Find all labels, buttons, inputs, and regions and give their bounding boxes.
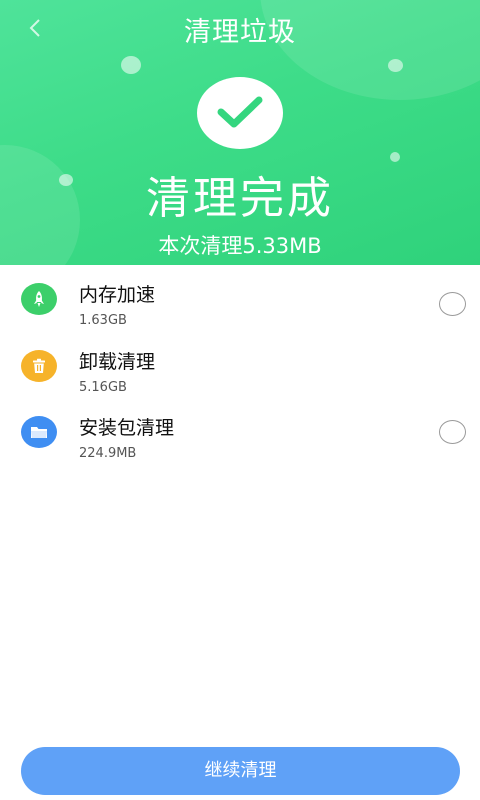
rocket-icon bbox=[21, 283, 57, 315]
success-badge bbox=[197, 77, 283, 149]
status-text: 清理完成 bbox=[146, 173, 334, 224]
item-size: 5.16GB bbox=[79, 380, 127, 395]
item-size: 224.9MB bbox=[79, 446, 137, 461]
trash-icon bbox=[21, 350, 57, 382]
header-banner: 清理垃圾 清理完成 本次清理5.33MB bbox=[0, 0, 480, 265]
item-name: 卸载清理 bbox=[79, 351, 156, 373]
list-item-installer-cleanup[interactable]: 安装包清理 224.9MB bbox=[0, 403, 480, 467]
cleaned-summary: 本次清理5.33MB bbox=[158, 234, 322, 258]
list-item-memory-boost[interactable]: 内存加速 1.63GB bbox=[0, 271, 480, 335]
decorative-dot bbox=[388, 59, 403, 72]
item-name: 安装包清理 bbox=[79, 417, 175, 439]
decorative-dot bbox=[121, 56, 141, 74]
decorative-dot bbox=[390, 152, 400, 162]
page-title: 清理垃圾 bbox=[184, 17, 296, 48]
select-radio[interactable] bbox=[439, 292, 466, 316]
folder-icon bbox=[21, 416, 57, 448]
item-name: 内存加速 bbox=[79, 284, 156, 306]
list-item-uninstall-cleanup[interactable]: 卸载清理 5.16GB bbox=[0, 337, 480, 401]
item-size: 1.63GB bbox=[79, 313, 127, 328]
checkmark-icon bbox=[217, 96, 263, 128]
select-radio[interactable] bbox=[439, 420, 466, 444]
continue-clean-button[interactable]: 继续清理 bbox=[21, 747, 460, 795]
